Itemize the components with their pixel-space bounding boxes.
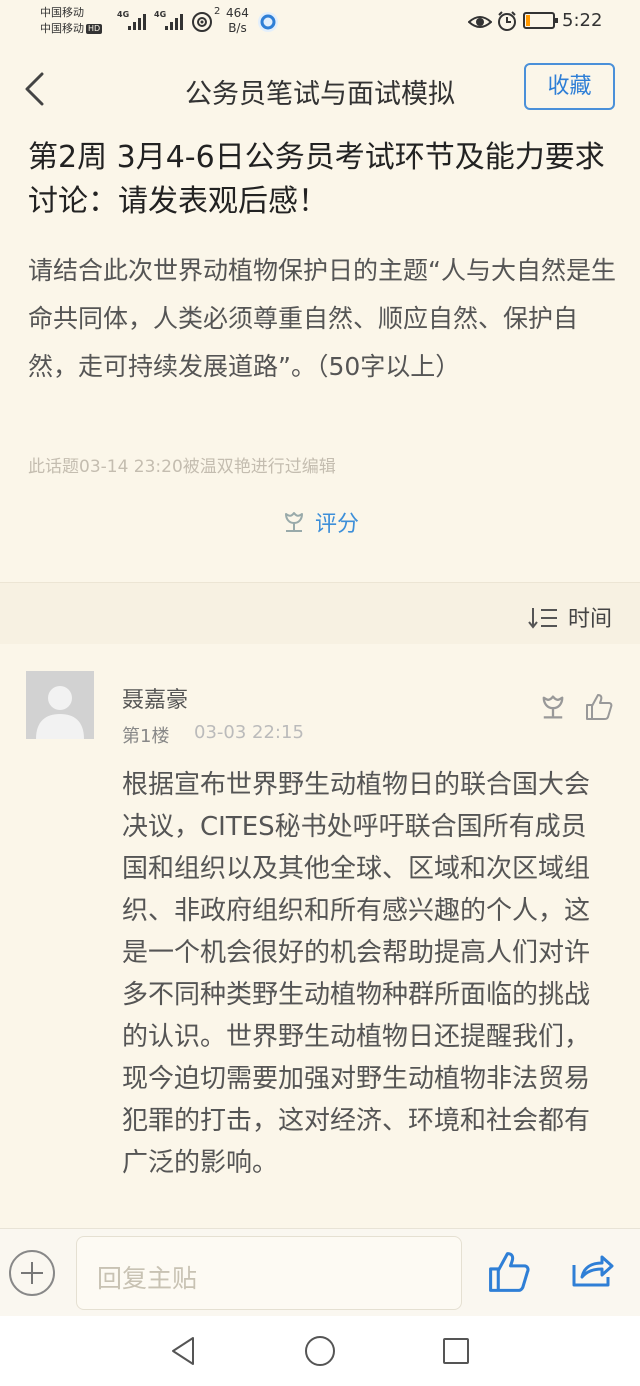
nav-back-icon[interactable] — [170, 1336, 196, 1366]
rate-label: 评分 — [314, 512, 359, 537]
edit-note: 此话题03-14 23:20被温双艳进行过编辑 — [28, 457, 336, 477]
sort-button[interactable]: 时间 — [528, 601, 612, 633]
signal-icon — [128, 12, 146, 30]
thumbs-up-icon[interactable] — [486, 1249, 532, 1295]
carrier-1: 中国移动 — [40, 6, 84, 19]
topic-card: 第2周 3月4-6日公务员考试环节及能力要求讨论：请发表观后感！ 请结合此次世界… — [0, 132, 640, 582]
default-avatar-icon — [26, 671, 94, 739]
author-name[interactable]: 聂嘉豪 — [122, 682, 188, 714]
topic-title: 第2周 3月4-6日公务员考试环节及能力要求讨论：请发表观后感！ — [28, 140, 605, 219]
avatar[interactable] — [26, 671, 94, 739]
reply-placeholder: 回复主贴 — [97, 1264, 198, 1293]
carrier-info: 中国移动 中国移动 HD — [40, 5, 103, 37]
add-attachment-button[interactable] — [9, 1250, 55, 1296]
reply-input[interactable]: 回复主贴 — [76, 1236, 462, 1310]
rate-button[interactable]: 评分 — [0, 506, 640, 538]
status-bar: 中国移动 中国移动 HD 4G 4G 2 464 B/s 5:22 — [0, 0, 640, 44]
post-time: 03-03 22:15 — [194, 722, 304, 743]
sort-bar: 时间 — [0, 582, 640, 644]
app-notification-icon — [258, 12, 278, 32]
signal-icon — [165, 12, 183, 30]
reply-bar: 回复主贴 — [0, 1228, 640, 1316]
net-speed: 464 B/s — [226, 6, 249, 35]
favorite-button[interactable]: 收藏 — [524, 63, 615, 110]
topic-body: 请结合此次世界动植物保护日的主题“人与大自然是生命共同体，人类必须尊重自然、顺应… — [28, 256, 616, 381]
hd-badge: HD — [86, 24, 103, 34]
floor-number: 第1楼 — [122, 726, 170, 747]
post-item: 聂嘉豪 第1楼 03-03 22:15 根据宣布世界野生动植物日的联合国大会决议… — [0, 644, 640, 1228]
carrier-2: 中国移动 — [40, 22, 84, 35]
header: 公务员笔试与面试模拟 收藏 — [0, 44, 640, 132]
wifi-calls-count: 2 — [214, 6, 221, 17]
eye-icon — [468, 16, 492, 28]
nav-recent-apps-icon[interactable] — [443, 1338, 469, 1364]
alarm-icon — [498, 11, 516, 31]
post-body: 根据宣布世界野生动植物日的联合国大会决议，CITES秘书处呼吁联合国所有成员国和… — [122, 770, 591, 1178]
flower-icon — [284, 512, 303, 532]
wifi-calling-icon — [192, 12, 212, 32]
clock: 5:22 — [562, 10, 603, 31]
nav-home-icon[interactable] — [305, 1336, 335, 1366]
share-icon[interactable] — [570, 1251, 614, 1291]
thumbs-up-icon[interactable] — [584, 692, 614, 722]
system-nav-bar — [0, 1316, 640, 1386]
sort-descending-icon — [528, 608, 557, 629]
flower-icon[interactable] — [538, 692, 568, 722]
battery-icon — [523, 12, 558, 29]
sort-label: 时间 — [567, 607, 612, 632]
